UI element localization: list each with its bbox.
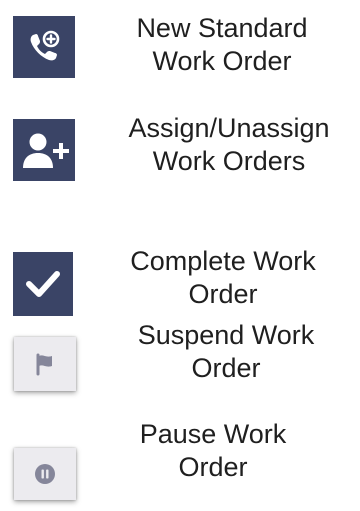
assign-unassign-button[interactable] [13,119,75,181]
checkmark-icon [26,271,60,297]
label-line-2: Order [191,353,261,383]
flag-icon [36,353,52,376]
complete-work-order-button[interactable] [13,252,73,316]
user-add-icon [23,133,69,168]
label-line-1: Complete Work [130,246,316,276]
label-line-1: Suspend Work [137,320,315,350]
new-standard-work-order-button[interactable] [13,16,75,78]
assign-unassign-label: Assign/Unassign Work Orders [104,112,354,178]
label-line-2: Work Orders [152,146,306,176]
pause-icon [35,464,55,484]
label-line-1: Assign/Unassign [128,113,330,143]
legend-item-complete-work-order: Complete Work Order [0,205,360,316]
legend-item-suspend-work-order: Suspend Work Order [0,315,360,415]
legend-item-new-standard-work-order: New Standard Work Order [0,0,360,100]
pause-work-order-button[interactable] [14,448,76,500]
label-line-2: Order [178,452,248,482]
label-line-1: New Standard [136,13,308,43]
pause-work-order-label: Pause Work Order [108,418,318,484]
label-line-2: Work Order [152,46,292,76]
legend-item-pause-work-order: Pause Work Order [0,415,360,511]
label-line-2: Order [188,279,258,309]
complete-work-order-label: Complete Work Order [98,245,348,311]
legend-item-assign-unassign: Assign/Unassign Work Orders [0,100,360,205]
new-standard-work-order-label: New Standard Work Order [102,12,342,78]
suspend-work-order-label: Suspend Work Order [116,319,336,385]
label-line-1: Pause Work [139,419,287,449]
phone-add-icon [30,30,60,61]
suspend-work-order-button[interactable] [14,337,76,391]
